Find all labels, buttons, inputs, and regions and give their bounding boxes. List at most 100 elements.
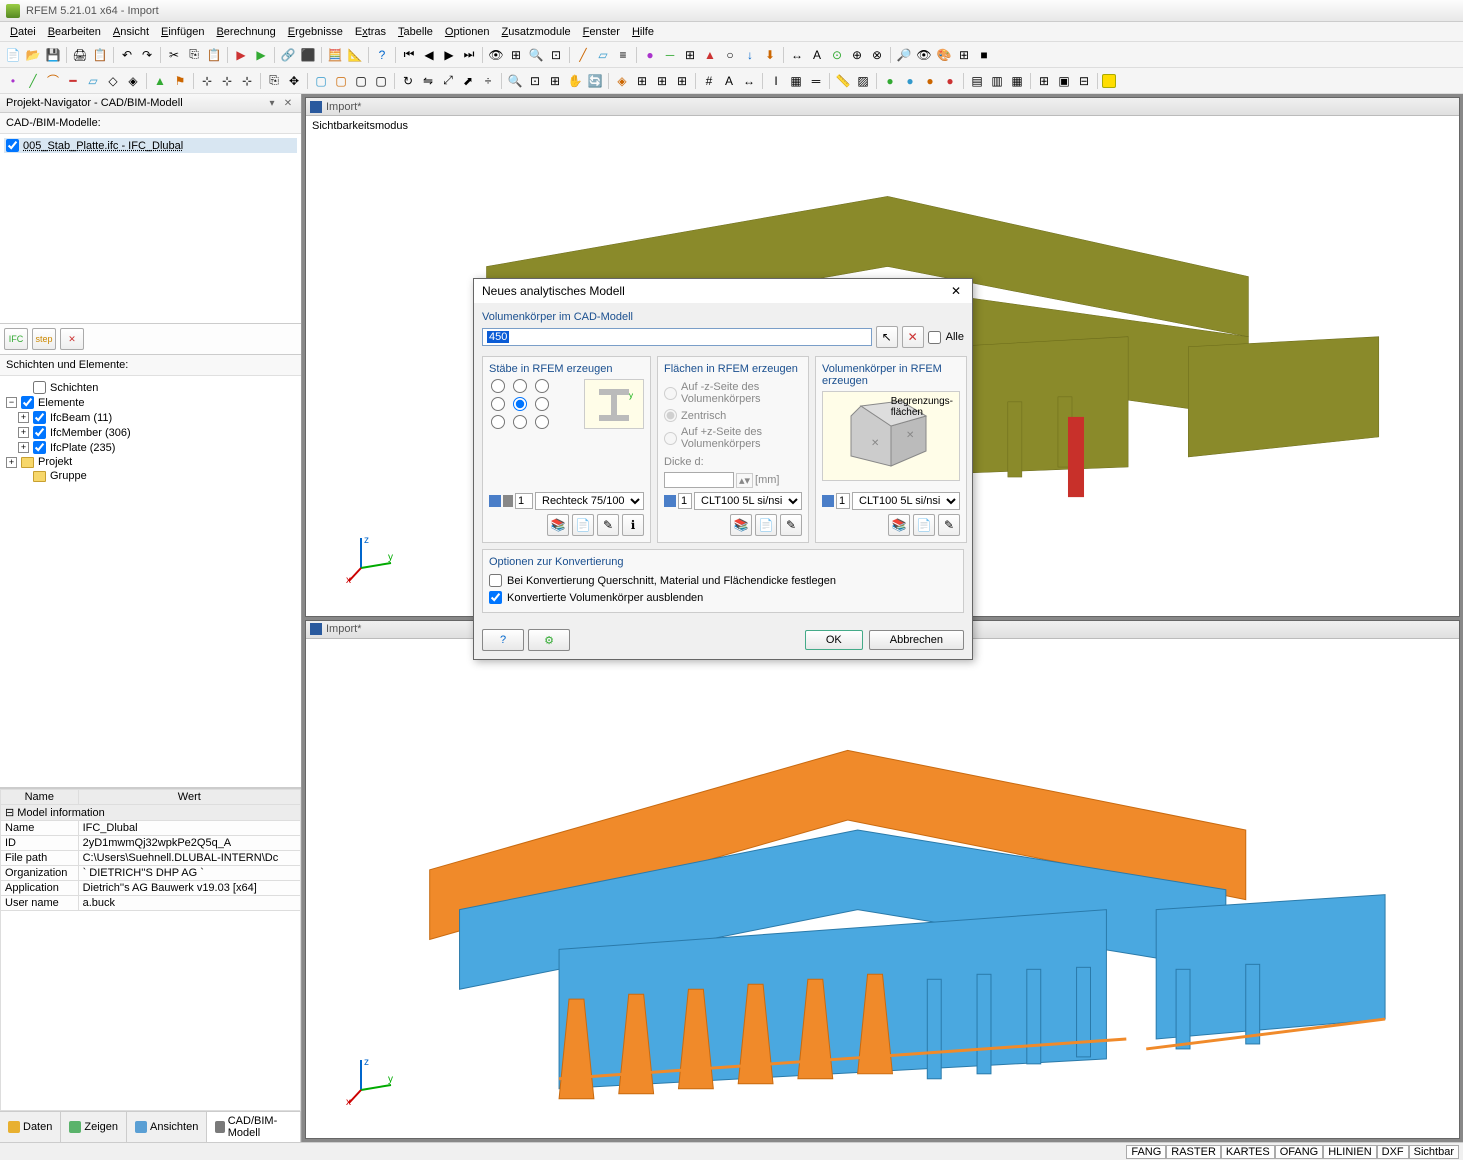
expander-icon[interactable]: − [6,397,17,408]
tb2-box2-icon[interactable]: ▢ [332,72,350,90]
tb2-box4-icon[interactable]: ▢ [372,72,390,90]
tb-nav-first-icon[interactable]: ⏮ [400,46,418,64]
surface-material-number[interactable] [678,493,692,509]
surface-material-select[interactable]: CLT100 5L si/nsi [694,492,802,510]
tb-module-icon[interactable]: ⬛ [299,46,317,64]
tb2-orbit-icon[interactable]: 🔄 [586,72,604,90]
solid-edit-button[interactable]: ✎ [938,514,960,536]
pos-bl[interactable] [489,415,507,429]
step-import-button[interactable]: step [32,328,56,350]
ifcbeam-checkbox[interactable] [33,411,46,424]
tb-view2-icon[interactable]: ⊞ [507,46,525,64]
tb-layer-icon[interactable]: ≡ [614,46,632,64]
tree-elemente[interactable]: −Elemente [4,395,297,410]
opt-set-on-convert[interactable]: Bei Konvertierung Querschnitt, Material … [489,572,957,589]
tb-results-icon[interactable]: ▶ [252,46,270,64]
pos-tc[interactable] [511,379,529,393]
schichten-checkbox[interactable] [33,381,46,394]
tb-nav-last-icon[interactable]: ⏭ [460,46,478,64]
opt-hide-converted[interactable]: Konvertierte Volumenkörper ausblenden [489,589,957,606]
tb2-c1-icon[interactable]: ● [881,72,899,90]
tb-view1-icon[interactable]: 👁 [487,46,505,64]
tb2-iso-icon[interactable]: ◈ [613,72,631,90]
tb2-support-icon[interactable]: ▲ [151,72,169,90]
settings-button[interactable]: ⚙ [528,629,570,651]
tree-schichten[interactable]: Schichten [4,380,297,395]
menu-tabelle[interactable]: Tabelle [392,24,439,40]
tb2-c3-icon[interactable]: ● [921,72,939,90]
section-select[interactable]: Rechteck 75/100 [535,492,644,510]
model-item[interactable]: 005_Stab_Platte.ifc - IFC_Dlubal [4,138,297,153]
tb-calc2-icon[interactable]: 🧮 [326,46,344,64]
tb2-dim-icon[interactable]: ↔ [740,72,758,90]
tb2-xz-icon[interactable]: ⊞ [653,72,671,90]
tb-node-icon[interactable]: ● [641,46,659,64]
status-dxf[interactable]: DXF [1377,1145,1409,1159]
surf-lib-button[interactable]: 📚 [730,514,752,536]
tb2-ruler-icon[interactable]: 📏 [834,72,852,90]
tb2-solid-icon[interactable]: ◈ [124,72,142,90]
prop-group[interactable]: ⊟ Model information [1,805,301,821]
tb2-line-icon[interactable]: ╱ [24,72,42,90]
tb2-win-icon[interactable]: ⊞ [1035,72,1053,90]
tb-colors-icon[interactable]: 🎨 [935,46,953,64]
pick-button[interactable]: ↖ [876,326,898,348]
tb-support-icon[interactable]: ▲ [701,46,719,64]
tb-view4-icon[interactable]: ⊡ [547,46,565,64]
tb2-tile-icon[interactable]: ⊟ [1075,72,1093,90]
volume-input[interactable]: 450 [482,328,872,346]
tb2-num-icon[interactable]: # [700,72,718,90]
tb-paste-icon[interactable]: 📋 [205,46,223,64]
tb2-axis1-icon[interactable]: ⊹ [198,72,216,90]
tb-nav-next-icon[interactable]: ▶ [440,46,458,64]
status-hlinien[interactable]: HLINIEN [1323,1145,1376,1159]
tb-line-icon[interactable]: ─ [661,46,679,64]
tb-visibility-icon[interactable]: 👁 [915,46,933,64]
status-sichtbar[interactable]: Sichtbar [1409,1145,1459,1159]
tb2-c2-icon[interactable]: ● [901,72,919,90]
pos-tr[interactable] [533,379,551,393]
solid-new-button[interactable]: 📄 [913,514,935,536]
status-raster[interactable]: RASTER [1166,1145,1221,1159]
ifcplate-checkbox[interactable] [33,441,46,454]
tb2-sect-icon[interactable]: I [767,72,785,90]
surf-new-button[interactable]: 📄 [755,514,777,536]
tree-ifcbeam[interactable]: +IfcBeam (11) [4,410,297,425]
status-kartes[interactable]: KARTES [1221,1145,1275,1159]
tb2-box1-icon[interactable]: ▢ [312,72,330,90]
tb-find-icon[interactable]: 🔎 [895,46,913,64]
tb-load2-icon[interactable]: ⬇ [761,46,779,64]
tb2-mirror-icon[interactable]: ⇋ [419,72,437,90]
tb-clipboard-icon[interactable]: 📋 [91,46,109,64]
tb-units-icon[interactable]: 📐 [346,46,364,64]
menu-datei[interactable]: Datei [4,24,42,40]
tb-copy-icon[interactable]: ⎘ [185,46,203,64]
tb-undo-icon[interactable]: ↶ [118,46,136,64]
solid-material-number[interactable] [836,493,850,509]
tree-ifcmember[interactable]: +IfcMember (306) [4,425,297,440]
tb-snap-icon[interactable]: ⊙ [828,46,846,64]
tree-gruppe[interactable]: Gruppe [4,469,297,483]
expander-icon[interactable]: + [6,457,17,468]
dialog-close-icon[interactable]: ✕ [948,283,964,299]
tb2-rot-icon[interactable]: ↻ [399,72,417,90]
tb-new-icon[interactable]: 📄 [4,46,22,64]
tb2-div-icon[interactable]: ÷ [479,72,497,90]
menu-optionen[interactable]: Optionen [439,24,496,40]
navigator-close-icon[interactable]: ✕ [281,96,295,110]
tb-hinge-icon[interactable]: ○ [721,46,739,64]
solid-lib-button[interactable]: 📚 [888,514,910,536]
dialog-titlebar[interactable]: Neues analytisches Modell ✕ [474,279,972,303]
tb2-thick-icon[interactable]: ═ [807,72,825,90]
tab-cadbim[interactable]: CAD/BIM-Modell [207,1112,301,1142]
pos-tl[interactable] [489,379,507,393]
menu-bearbeiten[interactable]: Bearbeiten [42,24,107,40]
tb2-surf-icon[interactable]: ▱ [84,72,102,90]
menu-fenster[interactable]: Fenster [577,24,626,40]
tab-zeigen[interactable]: Zeigen [61,1112,127,1142]
solid-material-select[interactable]: CLT100 5L si/nsi [852,492,960,510]
pos-bc[interactable] [511,415,529,429]
clear-button[interactable]: ✕ [902,326,924,348]
section-number[interactable] [515,493,533,509]
surf-edit-button[interactable]: ✎ [780,514,802,536]
